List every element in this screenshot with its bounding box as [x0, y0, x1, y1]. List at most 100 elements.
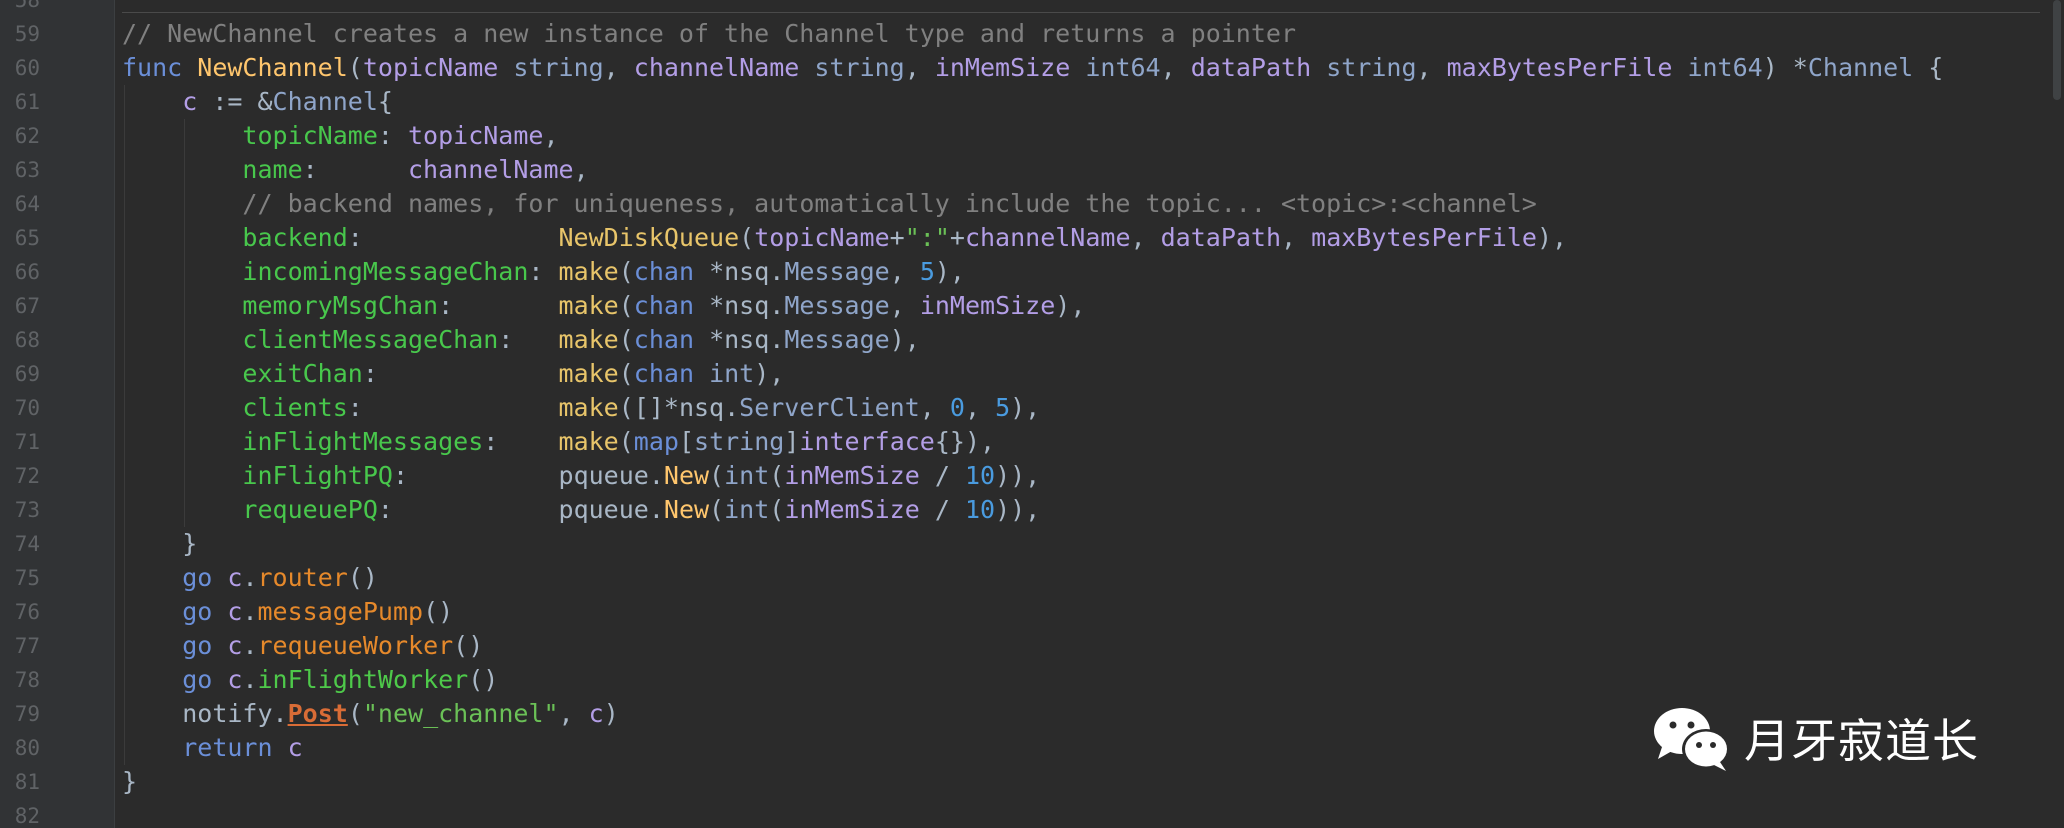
code-text[interactable]: return c [122, 731, 302, 765]
code-line[interactable]: 67 memoryMsgChan: make(chan *nsq.Message… [0, 289, 2064, 323]
code-token: make [558, 393, 619, 422]
code-token: c [227, 665, 243, 694]
code-token: ( [618, 427, 634, 456]
code-line[interactable]: 61 c := &Channel{ [0, 85, 2064, 119]
code-token: memoryMsgChan [242, 291, 439, 320]
code-token: ( [769, 461, 785, 490]
code-text[interactable]: backend: NewDiskQueue(topicName+":"+chan… [122, 221, 1567, 255]
code-token: dataPath [1160, 223, 1282, 252]
code-token: channelName [633, 53, 800, 82]
code-token: inFlightWorker [257, 665, 469, 694]
line-number: 77 [14, 634, 40, 658]
code-token: , [919, 393, 950, 422]
code-text[interactable]: inFlightPQ: pqueue.New(int(inMemSize / 1… [122, 459, 1040, 493]
code-line[interactable]: 60 func NewChannel(topicName string, chan… [0, 51, 2064, 85]
line-number: 76 [14, 600, 40, 624]
code-token: + [889, 223, 905, 252]
code-text[interactable]: clientMessageChan: make(chan *nsq.Messag… [122, 323, 919, 357]
code-token: chan [633, 291, 695, 320]
code-text[interactable]: func NewChannel(topicName string, channe… [122, 51, 1943, 85]
code-text[interactable]: incomingMessageChan: make(chan *nsq.Mess… [122, 255, 965, 289]
code-text[interactable]: go c.router() [122, 561, 378, 595]
code-token: exitChan [242, 359, 363, 388]
code-line[interactable]: 72 inFlightPQ: pqueue.New(int(inMemSize … [0, 459, 2064, 493]
code-text[interactable]: // NewChannel creates a new instance of … [122, 17, 1296, 51]
code-text[interactable]: c := &Channel{ [122, 85, 393, 119]
code-text[interactable]: inFlightMessages: make(map[string]interf… [122, 425, 995, 459]
code-token: ( [618, 359, 634, 388]
code-line[interactable]: 62 topicName: topicName, [0, 119, 2064, 153]
code-line[interactable]: 63 name: channelName, [0, 153, 2064, 187]
code-token: interface [799, 427, 935, 456]
code-line[interactable]: 76 go c.messagePump() [0, 595, 2064, 629]
code-line[interactable]: 66 incomingMessageChan: make(chan *nsq.M… [0, 255, 2064, 289]
code-token: ( [618, 325, 634, 354]
code-token: // backend names, for uniqueness, automa… [242, 189, 1537, 218]
code-line[interactable]: 64 // backend names, for uniqueness, aut… [0, 187, 2064, 221]
code-token: channelName [408, 155, 574, 184]
code-text[interactable]: exitChan: make(chan int), [122, 357, 784, 391]
code-text[interactable]: memoryMsgChan: make(chan *nsq.Message, i… [122, 289, 1085, 323]
code-token: int [724, 461, 770, 490]
code-line[interactable]: 68 clientMessageChan: make(chan *nsq.Mes… [0, 323, 2064, 357]
code-token: () [423, 597, 454, 626]
code-token: : [498, 325, 559, 354]
code-token: , [543, 121, 559, 150]
line-number: 79 [14, 702, 40, 726]
code-token: ) [603, 699, 619, 728]
line-number: 59 [14, 22, 40, 46]
code-token: inFlightMessages [242, 427, 484, 456]
code-text[interactable]: go c.requeueWorker() [122, 629, 483, 663]
code-line[interactable]: 70 clients: make([]*nsq.ServerClient, 0,… [0, 391, 2064, 425]
line-number: 72 [14, 464, 40, 488]
code-text[interactable]: // backend names, for uniqueness, automa… [122, 187, 1537, 221]
code-line[interactable]: 73 requeuePQ: pqueue.New(int(inMemSize /… [0, 493, 2064, 527]
code-line[interactable]: 78 go c.inFlightWorker() [0, 663, 2064, 697]
code-token: make [558, 359, 619, 388]
code-line[interactable]: 75 go c.router() [0, 561, 2064, 595]
code-token: . [242, 597, 258, 626]
code-text[interactable]: requeuePQ: pqueue.New(int(inMemSize / 10… [122, 493, 1040, 527]
code-token: pqueue [558, 461, 649, 490]
code-token: )), [995, 495, 1041, 524]
code-token: topicName [242, 121, 378, 150]
line-number: 68 [14, 328, 40, 352]
watermark-text: 月牙寂道长 [1744, 714, 1979, 768]
code-text[interactable]: } [122, 765, 137, 799]
code-line[interactable]: 77 go c.requeueWorker() [0, 629, 2064, 663]
code-token: { [1913, 53, 1944, 82]
code-token: c [227, 563, 243, 592]
code-token: ), [1055, 291, 1086, 320]
code-editor[interactable]: 58 59 // NewChannel creates a new instance… [0, 0, 2064, 828]
code-text[interactable]: name: channelName, [122, 153, 588, 187]
line-number: 64 [14, 192, 40, 216]
code-token: : [392, 461, 559, 490]
code-line[interactable]: 74 } [0, 527, 2064, 561]
code-text[interactable]: clients: make([]*nsq.ServerClient, 0, 5)… [122, 391, 1040, 425]
code-line[interactable]: 71 inFlightMessages: make(map[string]int… [0, 425, 2064, 459]
scrollbar-thumb[interactable] [2053, 0, 2061, 100]
code-line[interactable]: 65 backend: NewDiskQueue(topicName+":"+c… [0, 221, 2064, 255]
code-line[interactable]: 58 [0, 0, 2064, 17]
code-token: ( [347, 53, 363, 82]
code-token: pqueue [558, 495, 649, 524]
code-token: := & [197, 87, 273, 116]
code-text[interactable]: } [122, 527, 197, 561]
line-number: 61 [14, 90, 40, 114]
code-line[interactable]: 82 [0, 799, 2064, 828]
code-text[interactable]: go c.messagePump() [122, 595, 453, 629]
code-token: } [182, 529, 198, 558]
code-line[interactable]: 59 // NewChannel creates a new instance o… [0, 17, 2064, 51]
vertical-scrollbar[interactable] [2050, 0, 2064, 828]
code-token: ( [709, 461, 725, 490]
code-text[interactable]: go c.inFlightWorker() [122, 663, 498, 697]
code-text[interactable]: topicName: topicName, [122, 119, 559, 153]
code-text[interactable]: notify.Post("new_channel", c) [122, 697, 619, 731]
code-token: . [648, 495, 664, 524]
code-line[interactable]: 69 exitChan: make(chan int), [0, 357, 2064, 391]
